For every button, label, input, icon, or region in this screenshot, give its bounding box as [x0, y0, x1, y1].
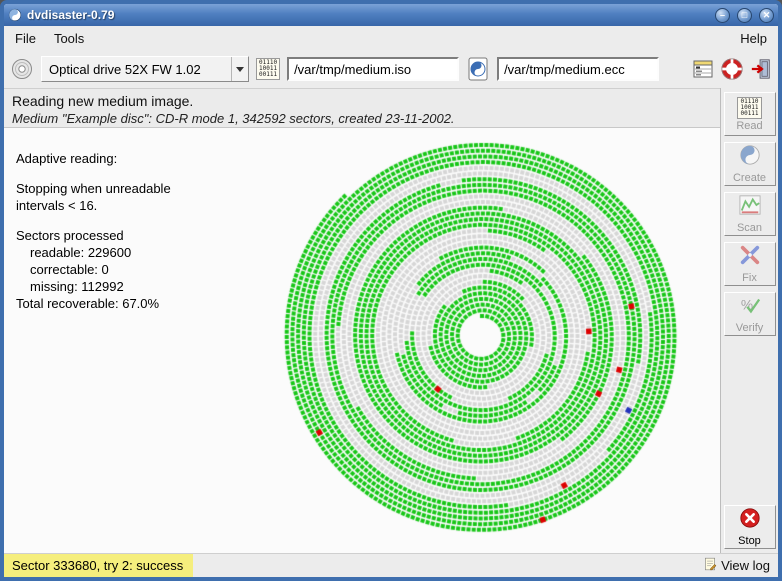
verify-button-label: Verify: [736, 322, 764, 334]
medium-info-text: Medium "Example disc": CD-R mode 1, 3425…: [12, 111, 712, 126]
binary-line: 00111: [259, 72, 277, 78]
close-button[interactable]: ✕: [759, 8, 774, 23]
create-icon: [739, 144, 761, 171]
stop-button[interactable]: Stop: [724, 505, 776, 549]
status-header: Reading new medium image. Medium "Exampl…: [4, 88, 720, 128]
stop-button-label: Stop: [738, 535, 761, 547]
disc-spiral-canvas: [276, 130, 688, 542]
body-row: Reading new medium image. Medium "Exampl…: [4, 88, 778, 553]
scan-button-label: Scan: [737, 222, 762, 234]
statusbar: Sector 333680, try 2: success View log: [4, 553, 778, 577]
preferences-icon[interactable]: [692, 58, 714, 80]
minimize-button[interactable]: –: [715, 8, 730, 23]
help-icon[interactable]: [721, 58, 743, 80]
scan-button[interactable]: Scan: [724, 192, 776, 236]
ecc-file-icon: [466, 57, 490, 81]
stop-icon: [739, 507, 761, 534]
app-icon: [8, 8, 22, 22]
fix-icon: [739, 244, 761, 271]
view-log-button[interactable]: View log: [695, 557, 778, 574]
chevron-down-icon[interactable]: [231, 57, 248, 81]
drive-select[interactable]: Optical drive 52X FW 1.02: [41, 56, 249, 82]
titlebar: dvdisaster-0.79 – □ ✕: [4, 4, 778, 26]
stopping-condition-line1: Stopping when unreadable: [16, 180, 171, 197]
menu-file[interactable]: File: [6, 28, 45, 49]
fix-button-label: Fix: [742, 272, 757, 284]
fix-button[interactable]: Fix: [724, 242, 776, 286]
sectors-readable: readable: 229600: [16, 244, 171, 261]
create-button[interactable]: Create: [724, 142, 776, 186]
total-recoverable: Total recoverable: 67.0%: [16, 295, 171, 312]
sectors-correctable: correctable: 0: [16, 261, 171, 278]
stopping-condition-line2: intervals < 16.: [16, 197, 171, 214]
menu-tools[interactable]: Tools: [45, 28, 93, 49]
scan-icon: [739, 194, 761, 221]
read-button-label: Read: [736, 120, 762, 132]
verify-button[interactable]: % Verify: [724, 292, 776, 336]
reading-area: Adaptive reading: Stopping when unreadab…: [4, 128, 720, 553]
status-action-text: Reading new medium image.: [12, 93, 712, 109]
verify-icon: %: [739, 294, 761, 321]
sectors-processed-title: Sectors processed: [16, 227, 171, 244]
window-title: dvdisaster-0.79: [27, 8, 708, 22]
view-log-label: View log: [721, 558, 770, 573]
binary-line: 00111: [740, 111, 758, 117]
read-button[interactable]: 011101001100111 Read: [724, 92, 776, 136]
log-icon: [703, 557, 717, 574]
quit-icon[interactable]: [750, 58, 772, 80]
drive-select-value: Optical drive 52X FW 1.02: [42, 62, 231, 77]
adaptive-reading-title: Adaptive reading:: [16, 150, 171, 167]
create-button-label: Create: [733, 172, 766, 184]
read-icon: 011101001100111: [737, 97, 761, 119]
toolbar: Optical drive 52X FW 1.02 01110100110011…: [4, 50, 778, 88]
app-window: dvdisaster-0.79 – □ ✕ File Tools Help Op…: [0, 0, 782, 581]
iso-file-icon: 011101001100111: [256, 58, 280, 80]
status-message: Sector 333680, try 2: success: [4, 554, 193, 577]
sidebar: 011101001100111 Read Create Scan Fix: [720, 88, 778, 553]
drive-icon[interactable]: [10, 57, 34, 81]
menu-help[interactable]: Help: [731, 28, 776, 49]
sectors-missing: missing: 112992: [16, 278, 171, 295]
left-column: Reading new medium image. Medium "Exampl…: [4, 88, 720, 553]
menubar: File Tools Help: [4, 26, 778, 50]
maximize-button[interactable]: □: [737, 8, 752, 23]
ecc-path-input[interactable]: [497, 57, 659, 81]
iso-path-input[interactable]: [287, 57, 459, 81]
info-panel: Adaptive reading: Stopping when unreadab…: [16, 150, 171, 312]
